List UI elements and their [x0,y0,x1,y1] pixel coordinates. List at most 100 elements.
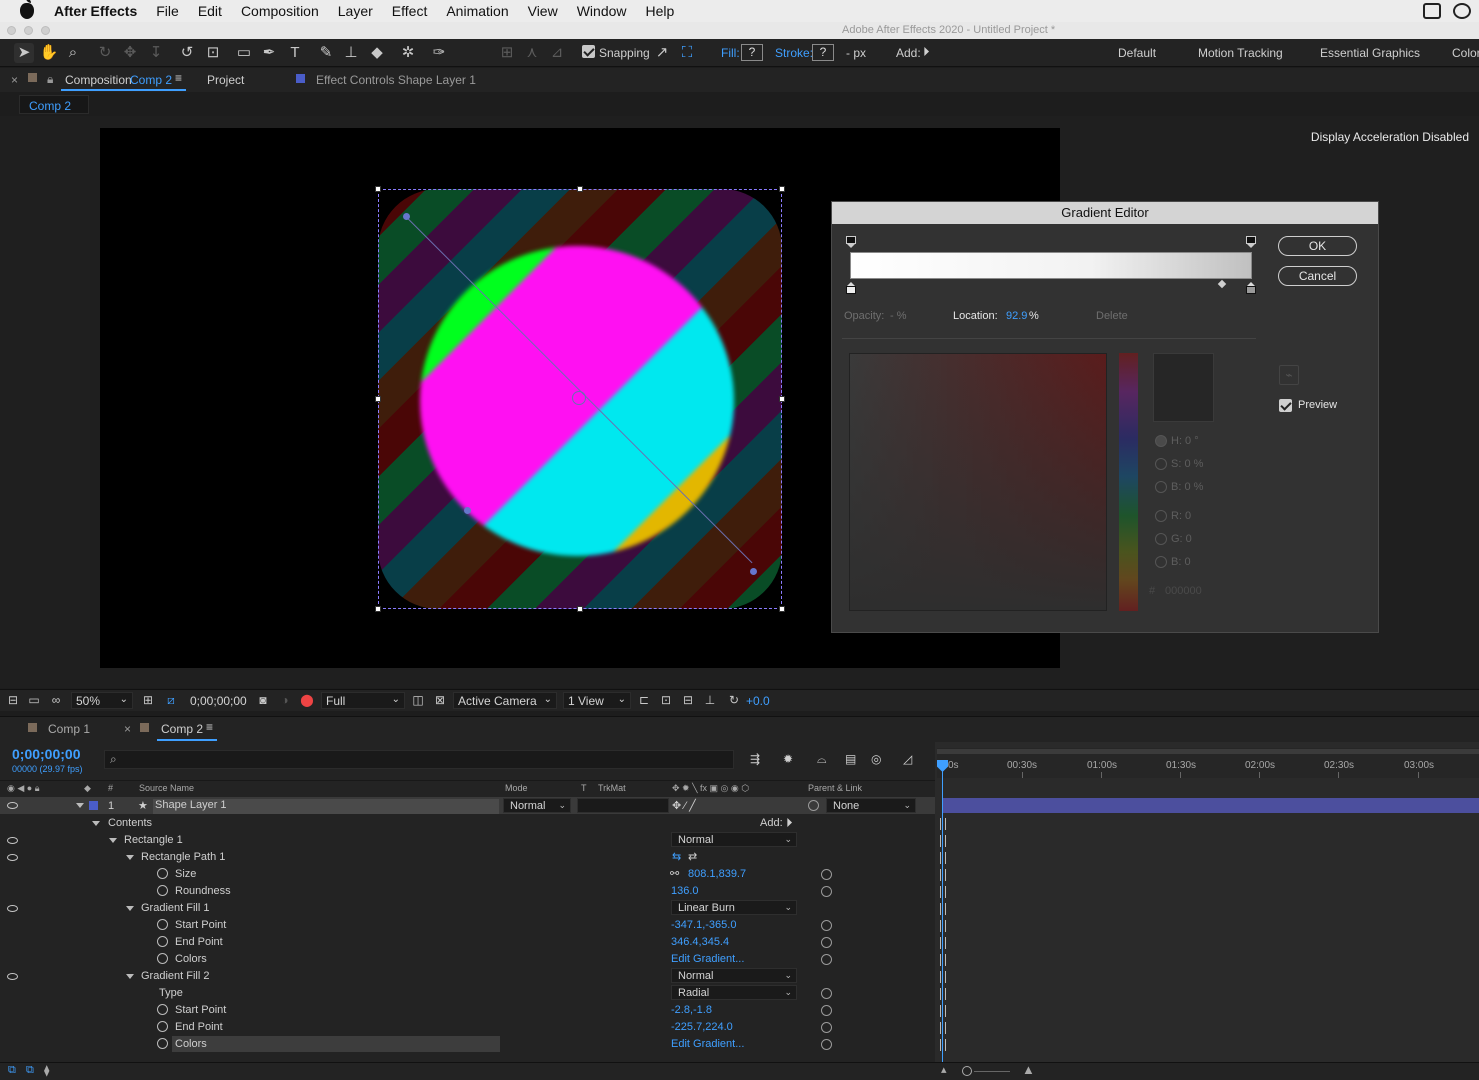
hue-value[interactable]: H: 0 ° [1171,435,1199,447]
layer-name[interactable]: Shape Layer 1 [153,799,499,814]
keyframe-marker[interactable] [940,920,946,932]
zoom-slider-track[interactable] [974,1071,1010,1072]
keyframe-marker[interactable] [940,869,946,881]
axis-view-button[interactable]: ⊿ [547,43,567,63]
magnification-dropdown[interactable]: 50% ⌄ [71,692,133,709]
gradient-fill-2-blend-dropdown[interactable]: Normal ⌄ [671,968,797,983]
current-time[interactable]: 0;00;00;00 [190,694,247,708]
comp-breadcrumb-tab[interactable]: Comp 2 [19,95,89,114]
preview-checkbox[interactable] [1279,399,1292,412]
blue-radio[interactable] [1155,556,1167,568]
color-stop-left[interactable] [846,282,856,294]
gradient-fill-2-group[interactable]: Gradient Fill 2 [141,970,209,982]
gradient-start-point[interactable] [403,213,410,220]
stopwatch-icon[interactable] [157,1038,168,1049]
pan-behind-tool[interactable]: ⊡ [203,43,223,63]
snapping-checkbox[interactable] [582,45,595,58]
menu-view[interactable]: View [528,3,558,19]
path-direction-icon[interactable]: ⇆ [672,850,681,863]
parent-dropdown[interactable]: None ⌄ [826,798,916,813]
keyframe-marker[interactable] [940,1005,946,1017]
layer-duration-bar[interactable] [942,798,1479,813]
layer-search-input[interactable]: ⌕ [104,750,734,769]
snap-edges-button[interactable]: ↗ [652,43,672,63]
selection-tool[interactable]: ➤ [14,43,34,63]
gf2-end-point-value[interactable]: -225.7,224.0 [671,1021,733,1033]
color-midpoint-diamond[interactable] [1217,279,1227,289]
rectangle-1-blend-dropdown[interactable]: Normal ⌄ [671,832,797,847]
eye-icon[interactable] [7,837,18,844]
composition-tab-label[interactable]: Composition [65,73,132,87]
menu-composition[interactable]: Composition [241,3,319,19]
orbit-tool[interactable]: ↻ [95,43,115,63]
eye-icon[interactable] [7,973,18,980]
layer-switches-toggle-icon[interactable]: ⧉ [8,1064,16,1077]
menu-animation[interactable]: Animation [446,3,508,19]
pick-whip-icon[interactable] [821,869,832,880]
lock-icon[interactable]: 🔒︎ [47,72,53,87]
gf2-start-point-value[interactable]: -2.8,-1.8 [671,1004,712,1016]
menu-app-name[interactable]: After Effects [54,3,137,19]
delete-stop-button[interactable]: Delete [1096,310,1128,322]
gf1-start-point-value[interactable]: -347.1,-365.0 [671,919,736,931]
pick-whip-icon[interactable] [821,1005,832,1016]
transform-handle-bottom-left[interactable] [375,606,381,612]
shy-layers-icon[interactable]: ⌓ [817,752,827,767]
twirl-down-icon[interactable] [109,838,117,843]
project-tab[interactable]: Project [207,73,244,87]
workspace-default[interactable]: Default [1118,46,1156,60]
green-value[interactable]: G: 0 [1171,533,1192,545]
gf2-edit-gradient-link[interactable]: Edit Gradient... [671,1038,744,1050]
pick-whip-icon[interactable] [821,1039,832,1050]
stopwatch-icon[interactable] [157,885,168,896]
anchor-point-icon[interactable] [572,391,586,405]
zoom-in-icon[interactable]: ▲ [1022,1062,1035,1077]
stopwatch-icon[interactable] [157,868,168,879]
region-of-interest-icon[interactable]: ◫ [411,693,425,707]
stroke-label[interactable]: Stroke: [775,46,813,60]
pick-whip-icon[interactable] [821,937,832,948]
effect-controls-tab[interactable]: Effect Controls Shape Layer 1 [316,73,476,87]
transform-handle-top-left[interactable] [375,186,381,192]
stopwatch-icon[interactable] [157,936,168,947]
keyframe-marker[interactable] [940,971,946,983]
panel-menu-icon[interactable]: ≡ [175,71,182,85]
keyframe-marker[interactable] [940,818,946,830]
radial-end-point[interactable] [464,507,471,514]
axis-world-button[interactable]: ⋏ [522,43,542,63]
twirl-down-icon[interactable] [126,906,134,911]
flowchart-icon[interactable]: ⊥ [703,693,717,707]
show-snapshot-icon[interactable]: ◑ [278,693,292,707]
stopwatch-icon[interactable] [157,953,168,964]
gf1-end-point-value[interactable]: 346.4,345.4 [671,936,729,948]
constrain-proportions-icon[interactable]: ⚯ [670,867,679,880]
window-minimize-button[interactable] [24,26,33,35]
pick-whip-icon[interactable] [808,800,819,811]
red-radio[interactable] [1155,510,1167,522]
transfer-controls-toggle-icon[interactable]: ⧉ [26,1064,34,1077]
opacity-value[interactable]: - % [890,310,907,322]
puppet-tool[interactable]: ✑ [429,43,449,63]
saturation-radio[interactable] [1155,458,1167,470]
menu-file[interactable]: File [156,3,179,19]
transform-handle-right[interactable] [779,396,785,402]
snapshot-icon[interactable]: ◙ [256,693,270,707]
channel-icon[interactable]: ⬤ [300,693,314,707]
keyframe-marker[interactable] [940,835,946,847]
draft-3d-icon[interactable]: ✹ [783,752,793,766]
reset-exposure-icon[interactable]: ↻ [727,693,741,707]
pick-whip-icon[interactable] [821,988,832,999]
timeline-tab-comp1[interactable]: Comp 1 [48,722,90,736]
keyframe-marker[interactable] [940,937,946,949]
stopwatch-icon[interactable] [157,1021,168,1032]
comp-mini-flowchart-icon[interactable]: ⇶ [750,752,760,766]
path-direction-reverse-icon[interactable]: ⇄ [688,850,697,863]
menu-effect[interactable]: Effect [392,3,428,19]
screen-share-icon[interactable] [1423,3,1441,19]
twirl-down-icon[interactable] [76,803,84,808]
exposure-value[interactable]: +0.0 [746,694,770,708]
rotation-tool[interactable]: ↺ [177,43,197,63]
gradient-fill-1-group[interactable]: Gradient Fill 1 [141,902,209,914]
timeline-menu-icon[interactable]: ≡ [206,720,213,734]
dolly-tool[interactable]: ↧ [146,43,166,63]
